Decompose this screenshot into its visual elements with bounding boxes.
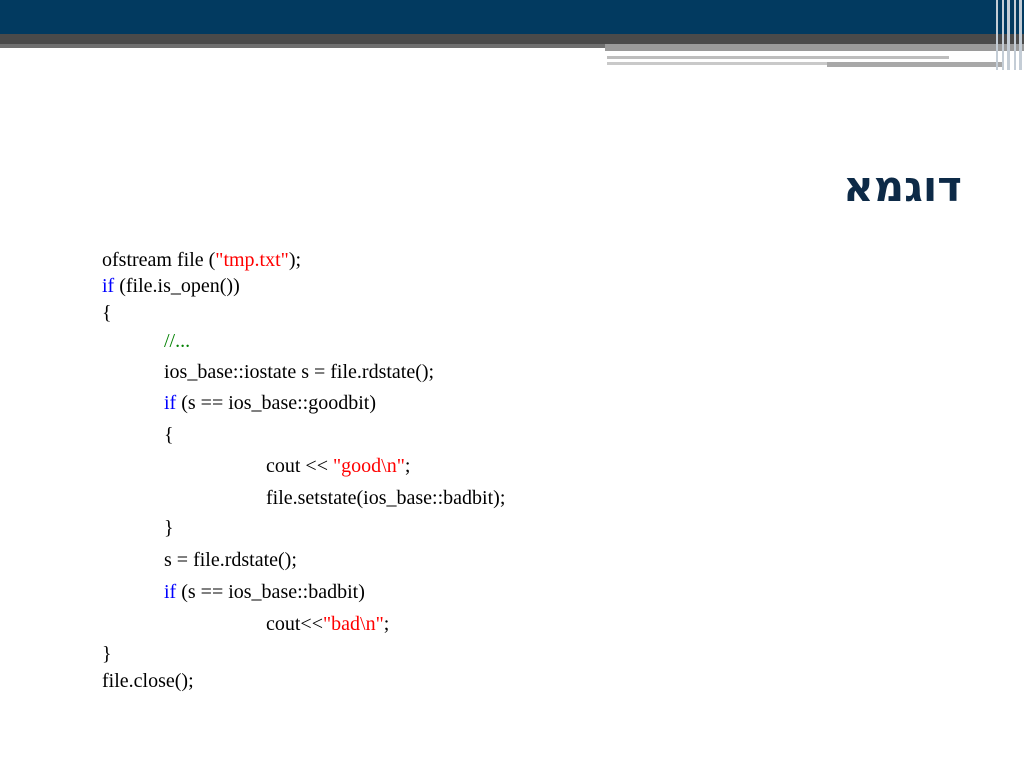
header-gray-strip-lower bbox=[0, 44, 605, 48]
code-text: file.setstate(ios_base::badbit); bbox=[266, 487, 506, 509]
code-text: s = file.rdstate(); bbox=[164, 549, 297, 571]
code-line: if (s == ios_base::goodbit) bbox=[164, 391, 376, 415]
code-block: ofstream file ("tmp.txt"); if (file.is_o… bbox=[102, 248, 922, 698]
header-band bbox=[0, 0, 1024, 34]
code-text: (s == ios_base::badbit) bbox=[176, 581, 365, 603]
code-text: (file.is_open()) bbox=[114, 275, 240, 297]
code-keyword: if bbox=[164, 581, 177, 603]
code-line: if (file.is_open()) bbox=[102, 274, 240, 298]
code-line: if (s == ios_base::badbit) bbox=[164, 580, 365, 604]
header-accent-line bbox=[827, 62, 1002, 67]
code-text: } bbox=[102, 643, 112, 665]
code-text: ; bbox=[404, 455, 411, 477]
code-line: cout << "good\n"; bbox=[266, 454, 410, 478]
code-line: file.setstate(ios_base::badbit); bbox=[266, 486, 505, 510]
code-line: } bbox=[102, 642, 112, 666]
code-text: (s == ios_base::goodbit) bbox=[176, 392, 376, 414]
code-text: ); bbox=[288, 249, 302, 271]
code-line: { bbox=[102, 301, 112, 325]
code-line: { bbox=[164, 423, 174, 447]
code-keyword: if bbox=[102, 275, 115, 297]
code-text: ofstream file ( bbox=[102, 249, 216, 271]
code-text: ios_base::iostate s = file.rdstate(); bbox=[164, 361, 435, 383]
code-line: ios_base::iostate s = file.rdstate(); bbox=[164, 360, 434, 384]
header-accent-line bbox=[607, 62, 827, 65]
code-string: "tmp.txt" bbox=[215, 249, 289, 271]
header-accent-line bbox=[605, 44, 1024, 51]
code-text: file.close(); bbox=[102, 670, 194, 692]
code-text: cout<< bbox=[266, 613, 323, 635]
code-text: { bbox=[164, 424, 174, 446]
code-line: //... bbox=[164, 329, 190, 353]
code-text: ; bbox=[383, 613, 390, 635]
code-text: } bbox=[164, 517, 174, 539]
code-line: } bbox=[164, 516, 174, 540]
code-line: ofstream file ("tmp.txt"); bbox=[102, 248, 301, 272]
header-vertical-stripes bbox=[994, 0, 1024, 70]
code-text: cout << bbox=[266, 455, 333, 477]
code-keyword: if bbox=[164, 392, 177, 414]
code-string: "bad\n" bbox=[323, 613, 384, 635]
code-text: { bbox=[102, 302, 112, 324]
code-string: "good\n" bbox=[333, 455, 405, 477]
code-comment: //... bbox=[164, 330, 191, 352]
header-accent-line bbox=[607, 56, 949, 59]
header-gray-strip bbox=[0, 34, 1024, 44]
slide-title: דוגמא bbox=[843, 162, 962, 211]
code-line: s = file.rdstate(); bbox=[164, 548, 297, 572]
slide: דוגמא ofstream file ("tmp.txt"); if (fil… bbox=[0, 0, 1024, 768]
code-line: cout<<"bad\n"; bbox=[266, 612, 389, 636]
code-line: file.close(); bbox=[102, 669, 194, 693]
